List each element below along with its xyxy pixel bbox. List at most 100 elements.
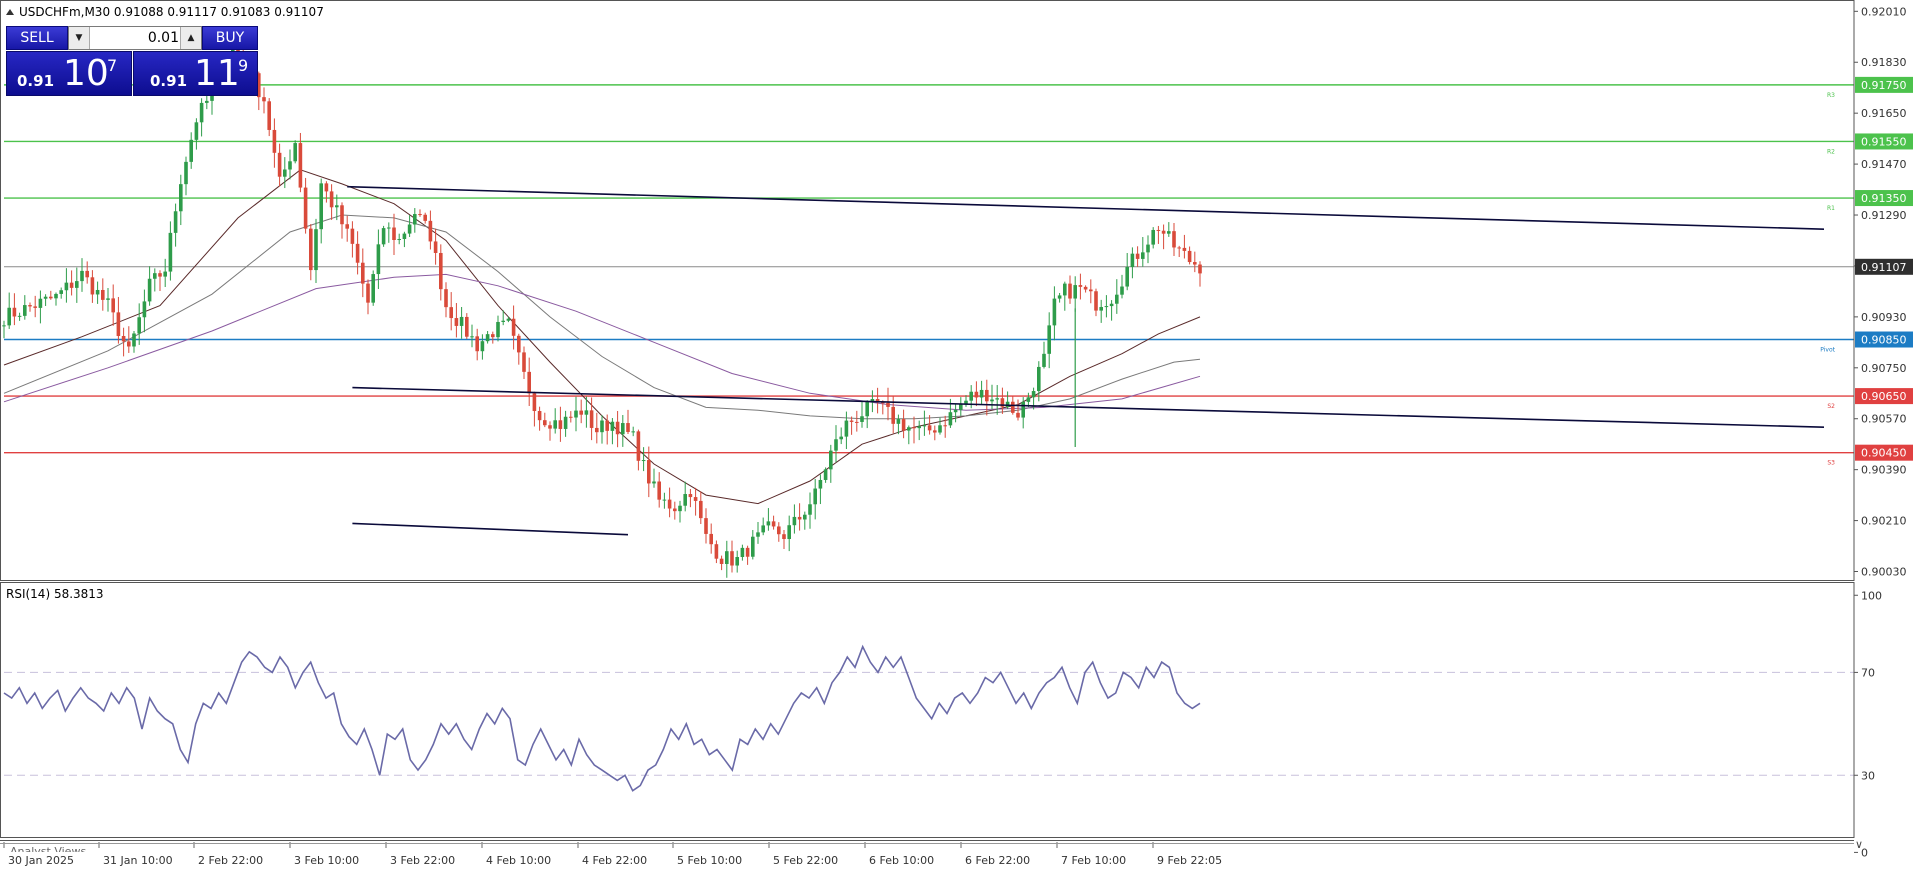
candle-body <box>137 317 141 334</box>
candle-body <box>1037 366 1041 392</box>
candle-body <box>647 460 651 484</box>
candle-body <box>459 316 464 326</box>
candle-body <box>168 232 173 272</box>
price-axis-tick-label: 0.91650 <box>1861 107 1907 120</box>
rsi-axis-tick-label: 100 <box>1861 589 1882 602</box>
scroll-down-icon[interactable]: ∨ <box>1855 838 1863 851</box>
lot-size-stepper[interactable]: ▼ ▲ <box>68 26 202 50</box>
trade-controls: SELL ▼ ▲ BUY <box>6 26 258 50</box>
candle-body <box>475 336 479 352</box>
candle-body <box>667 499 672 509</box>
analyst-views-tab[interactable]: Analyst Views <box>10 844 86 852</box>
candle-body <box>95 289 100 295</box>
candle-body <box>574 410 578 418</box>
candle-body <box>719 558 724 564</box>
candle-body <box>314 229 318 271</box>
lot-size-input[interactable] <box>91 28 181 48</box>
candle-body <box>381 228 386 245</box>
bid-price-display[interactable]: 0.91 10 7 <box>6 51 132 96</box>
buy-button-label: BUY <box>215 30 245 46</box>
lot-decrease-icon[interactable]: ▼ <box>69 27 90 49</box>
candle-body <box>896 419 901 424</box>
candle-body <box>189 139 193 162</box>
candle-body <box>839 436 843 440</box>
candle-body <box>787 525 791 540</box>
candle-body <box>1172 231 1176 248</box>
candle-body <box>548 425 552 429</box>
candle-body <box>1063 283 1067 296</box>
candle-body <box>179 184 183 212</box>
price-axis-tick-label: 0.91830 <box>1861 56 1907 69</box>
time-axis-tick-label: 30 Jan 2025 <box>8 854 74 867</box>
sell-button-label: SELL <box>20 30 54 46</box>
candle-body <box>1141 252 1145 259</box>
candle-body <box>1078 285 1083 287</box>
level-tag-pivot: Pivot <box>1820 347 1835 354</box>
candle-body <box>366 283 370 303</box>
time-axis-tick-label: 3 Feb 10:00 <box>294 854 359 867</box>
candle-body <box>288 161 292 170</box>
candle-body <box>501 320 505 322</box>
ask-price-sup: 9 <box>238 56 249 75</box>
price-axis-tick-label: 0.90570 <box>1861 413 1907 426</box>
ask-price-big: 11 <box>194 53 240 94</box>
candle-body <box>849 420 854 422</box>
candle-body <box>163 271 167 277</box>
candle-body <box>283 169 287 177</box>
candle-body <box>657 481 661 500</box>
candle-body <box>990 399 994 402</box>
candle-body <box>1115 294 1119 304</box>
candle-body <box>199 102 204 123</box>
candle-body <box>1104 306 1109 308</box>
buy-button[interactable]: BUY <box>202 26 258 50</box>
candle-body <box>345 224 349 229</box>
candle-body <box>704 518 708 534</box>
level-price-label-r2: 0.91550 <box>1861 135 1907 148</box>
candle-body <box>423 214 427 221</box>
candle-body <box>553 420 557 429</box>
candle-body <box>600 420 604 433</box>
candle-body <box>309 228 313 271</box>
candle-body <box>891 406 895 424</box>
bid-price-sup: 7 <box>107 56 118 75</box>
time-axis-tick-label: 3 Feb 22:00 <box>390 854 455 867</box>
candle-body <box>641 460 646 462</box>
candle-body <box>907 427 911 431</box>
candle-body <box>818 479 823 489</box>
sell-button[interactable]: SELL <box>6 26 68 50</box>
candle-body <box>584 410 589 415</box>
lot-increase-icon[interactable]: ▲ <box>180 27 201 49</box>
candle-body <box>1026 397 1031 402</box>
candle-body <box>127 341 131 347</box>
candle-body <box>714 544 719 559</box>
candle-body <box>605 420 609 431</box>
candle-body <box>1109 303 1114 307</box>
candle-body <box>418 214 422 216</box>
candle-body <box>948 412 953 426</box>
candle-body <box>59 290 63 294</box>
candle-body <box>449 307 453 319</box>
chart-canvas: R3R2R1PivotS2S3 10070300 0.920100.918300… <box>0 0 1916 874</box>
rsi-axis-tick-label: 30 <box>1861 769 1875 782</box>
candle-body <box>2 325 6 327</box>
candle-body <box>693 497 698 501</box>
level-tag-s3: S3 <box>1827 460 1835 467</box>
candle-body <box>563 416 568 429</box>
candle-body <box>90 277 95 295</box>
candle-body <box>938 425 942 433</box>
time-axis-tick-label: 4 Feb 22:00 <box>582 854 647 867</box>
candle-body <box>194 122 199 140</box>
candle-body <box>121 336 126 342</box>
candle-body <box>7 307 11 326</box>
time-axis-tick-label: 5 Feb 22:00 <box>773 854 838 867</box>
candle-body <box>205 100 209 103</box>
triangle-up-icon[interactable] <box>6 9 14 15</box>
candle-body <box>303 187 308 229</box>
candle-body <box>496 321 500 338</box>
candle-body <box>1161 230 1166 234</box>
candle-body <box>371 274 375 303</box>
candle-body <box>543 420 547 426</box>
ask-price-display[interactable]: 0.91 11 9 <box>133 51 258 96</box>
candle-body <box>569 416 573 418</box>
chart-window: R3 R2 R1 Pivot S2 S3 100 70 30 0 0.92010 0.91830 0… <box>0 0 1916 874</box>
